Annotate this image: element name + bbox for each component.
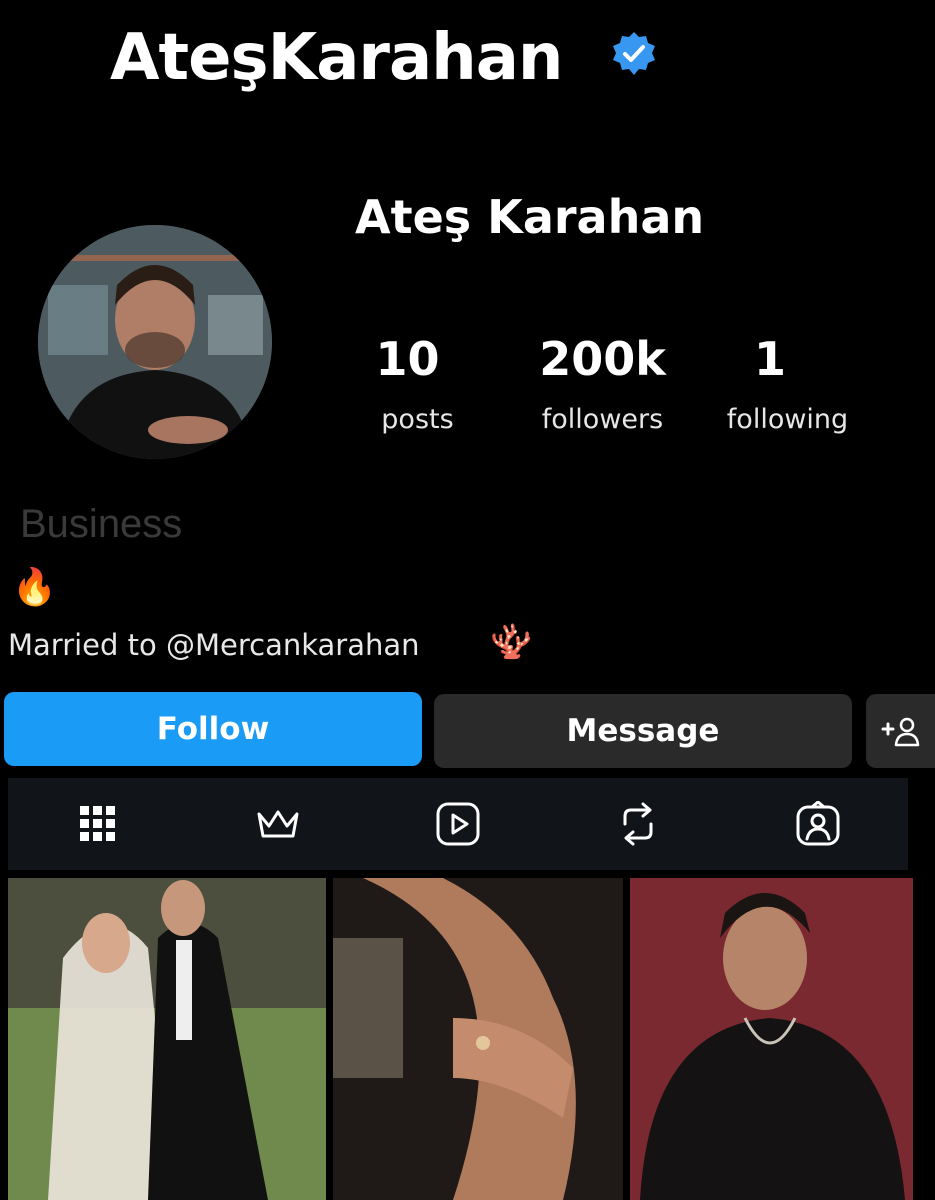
fire-emoji: 🔥 [12, 567, 57, 608]
post-thumbnail[interactable] [630, 878, 913, 1200]
follow-button[interactable]: Follow [4, 692, 422, 766]
followers-count[interactable]: 200k [520, 332, 685, 386]
grid-icon [80, 806, 115, 841]
followers-label: followers [541, 404, 664, 435]
username-title: AteşKarahan [110, 21, 563, 95]
reposts-icon [623, 802, 653, 846]
tab-subscriptions[interactable] [218, 778, 338, 870]
profile-tab-bar [8, 778, 908, 870]
reels-icon [436, 802, 480, 846]
verified-badge-icon [610, 30, 658, 78]
crown-icon [257, 810, 299, 838]
tab-posts-grid[interactable] [38, 778, 158, 870]
tagged-icon [796, 801, 840, 846]
message-button[interactable]: Message [434, 694, 852, 768]
add-user-button[interactable] [866, 694, 935, 768]
tab-reposts[interactable] [578, 778, 698, 870]
post-thumbnail[interactable] [333, 878, 623, 1200]
following-label: following [726, 404, 849, 435]
coral-emoji: 🪸 [490, 622, 533, 662]
add-user-icon [881, 717, 919, 747]
bio-text: Married to @Mercankarahan [8, 628, 420, 662]
posts-count[interactable]: 10 [360, 332, 455, 386]
display-name: Ateş Karahan [355, 190, 705, 244]
tab-tagged[interactable] [758, 778, 878, 870]
category-label: Business [20, 502, 183, 546]
avatar[interactable] [38, 225, 272, 459]
tab-reels[interactable] [398, 778, 518, 870]
following-count[interactable]: 1 [735, 332, 805, 386]
posts-label: posts [381, 404, 454, 435]
post-thumbnail[interactable] [8, 878, 326, 1200]
